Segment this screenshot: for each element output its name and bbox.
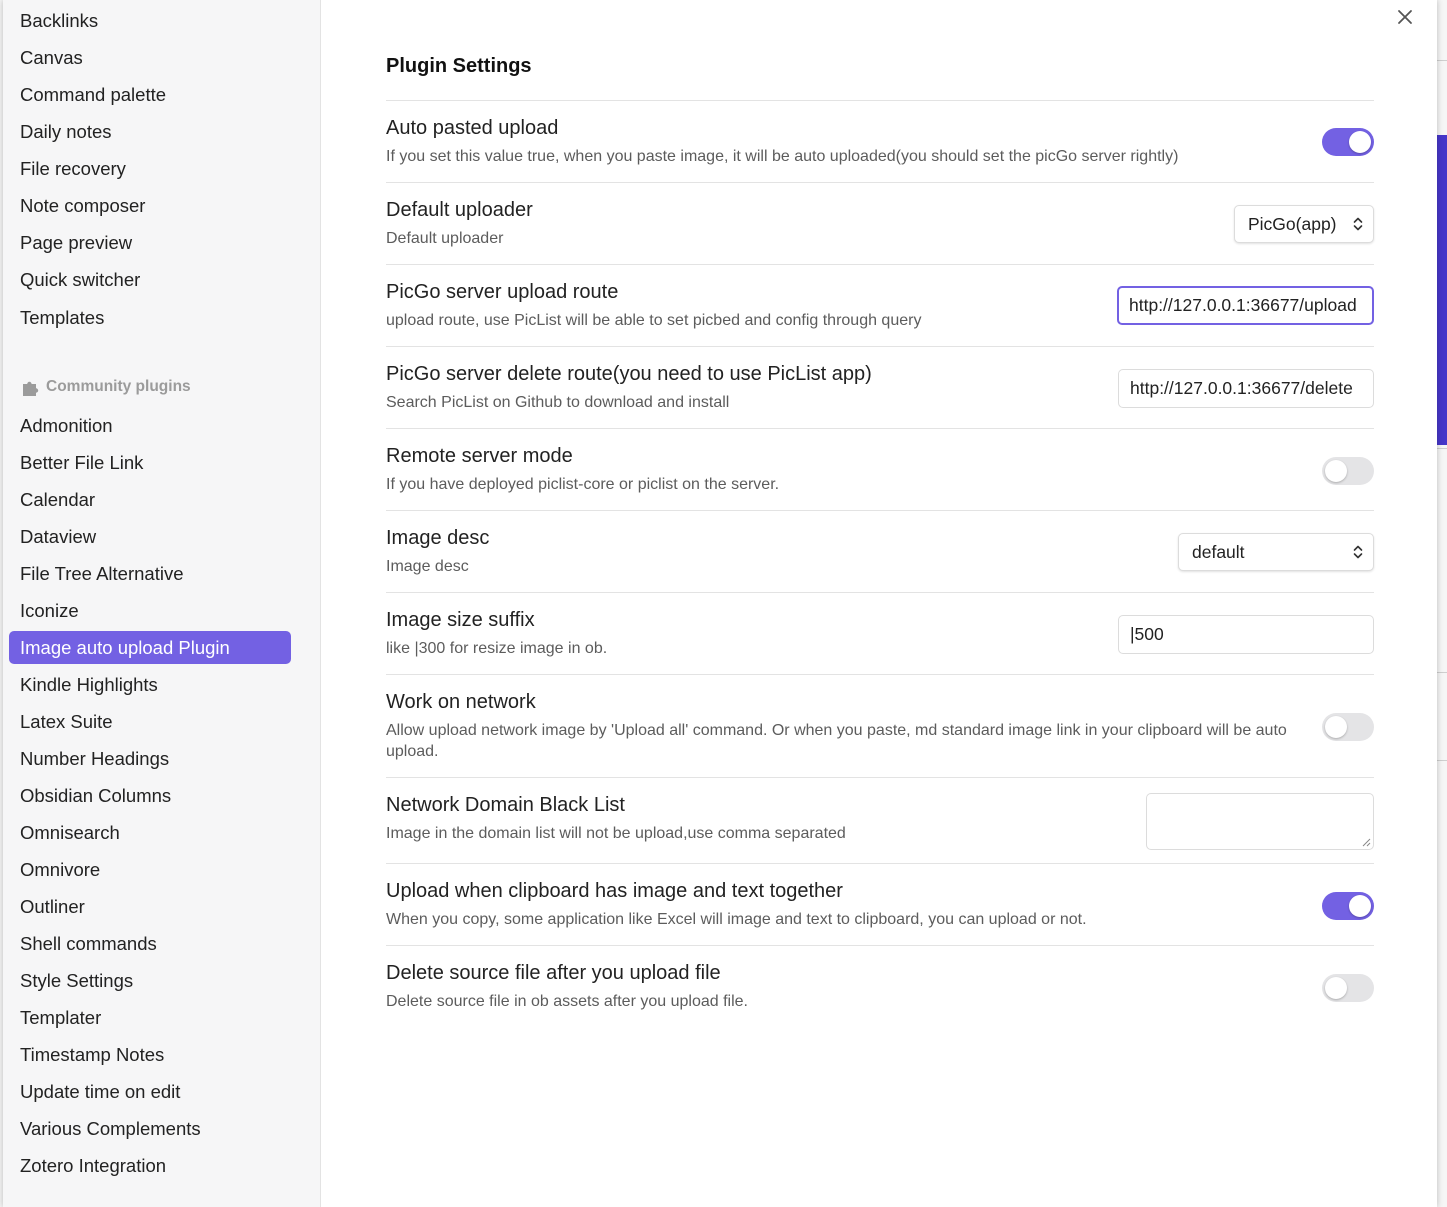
setting-name: Auto pasted upload [386,117,559,139]
chevron-updown-icon [1353,545,1363,559]
setting-description: Allow upload network image by 'Upload al… [386,722,1287,760]
setting-domain-blacklist: Network Domain Black List Image in the d… [386,777,1374,863]
sidebar-item-note-composer[interactable]: Note composer [9,189,291,222]
sidebar-item-backlinks[interactable]: Backlinks [9,4,291,37]
sidebar-item-file-recovery[interactable]: File recovery [9,152,291,185]
setting-name: Work on network [386,691,536,713]
domain-blacklist-textarea[interactable] [1146,793,1374,850]
setting-name: Remote server mode [386,445,573,467]
sidebar-item-shell-commands[interactable]: Shell commands [9,927,291,960]
setting-name: Image desc [386,527,490,549]
setting-name: PicGo server upload route [386,281,619,303]
sidebar-item-zotero-integration[interactable]: Zotero Integration [9,1149,291,1182]
sidebar-item-update-time-on-edit[interactable]: Update time on edit [9,1075,291,1108]
image-desc-select[interactable]: default [1178,533,1374,571]
sidebar-item-obsidian-columns[interactable]: Obsidian Columns [9,779,291,812]
sidebar-item-latex-suite[interactable]: Latex Suite [9,705,291,738]
sidebar-item-templates[interactable]: Templates [9,301,291,334]
upload-route-input[interactable]: http://127.0.0.1:36677/upload [1117,286,1374,325]
sidebar-item-image-auto-upload[interactable]: Image auto upload Plugin [9,631,291,664]
setting-image-desc: Image desc Image desc default [386,510,1374,592]
sidebar-item-calendar[interactable]: Calendar [9,483,291,516]
sidebar-item-outliner[interactable]: Outliner [9,890,291,923]
setting-description: If you have deployed piclist-core or pic… [386,476,780,493]
sidebar-item-dataview[interactable]: Dataview [9,520,291,553]
sidebar-item-templater[interactable]: Templater [9,1001,291,1034]
setting-image-size-suffix: Image size suffix like |300 for resize i… [386,592,1374,674]
clipboard-image-text-toggle[interactable] [1322,892,1374,920]
sidebar-item-omnisearch[interactable]: Omnisearch [9,816,291,849]
close-icon [1398,10,1412,24]
select-value: PicGo(app) [1248,214,1337,234]
setting-work-on-network: Work on network Allow upload network ima… [386,674,1374,777]
setting-description: When you copy, some application like Exc… [386,911,1087,928]
work-on-network-toggle[interactable] [1322,713,1374,741]
sidebar-item-timestamp-notes[interactable]: Timestamp Notes [9,1038,291,1071]
settings-sidebar: Backlinks Canvas Command palette Daily n… [3,0,321,1207]
setting-description: upload route, use PicList will be able t… [386,312,922,329]
sidebar-item-command-palette[interactable]: Command palette [9,78,291,111]
setting-description: like |300 for resize image in ob. [386,640,608,657]
sidebar-item-number-headings[interactable]: Number Headings [9,742,291,775]
page-title: Plugin Settings [386,55,532,77]
delete-source-file-toggle[interactable] [1322,974,1374,1002]
sidebar-item-quick-switcher[interactable]: Quick switcher [9,263,291,296]
community-plugins-label: Community plugins [46,378,191,395]
setting-upload-route: PicGo server upload route upload route, … [386,264,1374,346]
puzzle-icon [23,381,39,396]
sidebar-item-admonition[interactable]: Admonition [9,409,291,442]
setting-name: Default uploader [386,199,533,221]
setting-description: Search PicList on Github to download and… [386,394,730,411]
setting-default-uploader: Default uploader Default uploader PicGo(… [386,182,1374,264]
default-uploader-select[interactable]: PicGo(app) [1234,205,1374,243]
setting-remote-server-mode: Remote server mode If you have deployed … [386,428,1374,510]
community-plugins-header: Community plugins [20,376,191,398]
sidebar-item-page-preview[interactable]: Page preview [9,226,291,259]
setting-name: Network Domain Black List [386,794,625,816]
sidebar-item-various-complements[interactable]: Various Complements [9,1112,291,1145]
sidebar-item-kindle-highlights[interactable]: Kindle Highlights [9,668,291,701]
auto-pasted-upload-toggle[interactable] [1322,128,1374,156]
setting-description: If you set this value true, when you pas… [386,148,1179,165]
setting-delete-route: PicGo server delete route(you need to us… [386,346,1374,428]
close-button[interactable] [1394,6,1416,28]
size-suffix-input[interactable]: |500 [1118,615,1374,654]
select-value: default [1192,542,1245,562]
resize-grip-icon[interactable] [1362,838,1371,847]
setting-description: Image in the domain list will not be upl… [386,825,846,842]
setting-name: PicGo server delete route(you need to us… [386,363,872,385]
sidebar-item-canvas[interactable]: Canvas [9,41,291,74]
settings-modal: Backlinks Canvas Command palette Daily n… [3,0,1437,1207]
setting-name: Upload when clipboard has image and text… [386,880,843,902]
setting-name: Delete source file after you upload file [386,962,721,984]
sidebar-item-file-tree-alternative[interactable]: File Tree Alternative [9,557,291,590]
remote-server-mode-toggle[interactable] [1322,457,1374,485]
sidebar-item-better-file-link[interactable]: Better File Link [9,446,291,479]
setting-description: Delete source file in ob assets after yo… [386,993,748,1010]
setting-clipboard-image-text: Upload when clipboard has image and text… [386,863,1374,945]
setting-description: Default uploader [386,230,504,247]
chevron-updown-icon [1353,217,1363,231]
setting-name: Image size suffix [386,609,535,631]
sidebar-item-iconize[interactable]: Iconize [9,594,291,627]
sidebar-item-omnivore[interactable]: Omnivore [9,853,291,886]
delete-route-input[interactable]: http://127.0.0.1:36677/delete [1118,369,1374,408]
sidebar-item-style-settings[interactable]: Style Settings [9,964,291,997]
setting-auto-pasted-upload: Auto pasted upload If you set this value… [386,100,1374,182]
setting-delete-source-file: Delete source file after you upload file… [386,945,1374,1027]
sidebar-item-daily-notes[interactable]: Daily notes [9,115,291,148]
setting-description: Image desc [386,558,469,575]
